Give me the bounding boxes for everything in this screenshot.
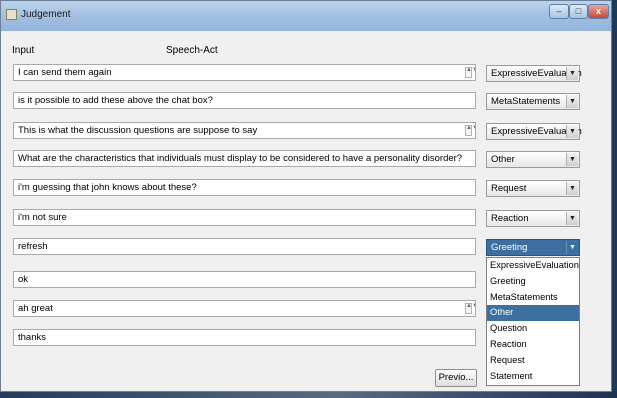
spinner-icon[interactable]: ▲▼: [465, 303, 475, 314]
utterance-input[interactable]: i'm not sure: [13, 209, 476, 226]
dropdown-option[interactable]: Question: [487, 321, 579, 337]
utterance-text: ah great: [18, 303, 53, 314]
speech-act-value: Other: [491, 154, 515, 165]
input-header: Input: [12, 45, 35, 56]
dropdown-option[interactable]: Greeting: [487, 274, 579, 290]
spinner-icon[interactable]: ▲▼: [465, 67, 475, 78]
speech-act-select[interactable]: Greeting ▼: [486, 239, 580, 256]
window-title: Judgement: [21, 9, 71, 20]
speech-act-header: Speech-Act: [166, 45, 218, 56]
chevron-down-icon[interactable]: ▼: [566, 182, 578, 195]
dropdown-option[interactable]: Other: [487, 305, 579, 322]
utterance-text: I can send them again: [18, 67, 112, 78]
speech-act-value: MetaStatements: [491, 96, 561, 107]
speech-act-select[interactable]: Reaction ▼: [486, 210, 580, 227]
utterance-text: i'm not sure: [18, 212, 67, 223]
speech-act-select[interactable]: Other ▼: [486, 151, 580, 168]
speech-act-select[interactable]: ExpressiveEvaluation ▼: [486, 123, 582, 140]
utterance-text: refresh: [18, 241, 48, 252]
dropdown-option[interactable]: ExpressiveEvaluation: [487, 258, 579, 274]
utterance-input[interactable]: ok: [13, 271, 476, 288]
content-panel: Input Speech-Act I can send them again ▲▼…: [4, 31, 608, 389]
dropdown-option[interactable]: MetaStatements: [487, 290, 579, 306]
speech-act-select[interactable]: MetaStatements ▼: [486, 93, 580, 110]
utterance-text: i'm guessing that john knows about these…: [18, 182, 197, 193]
utterance-text: ok: [18, 274, 29, 285]
chevron-down-icon[interactable]: ▼: [566, 241, 578, 254]
speech-act-value: Reaction: [491, 213, 529, 224]
chevron-down-icon[interactable]: ▼: [566, 67, 578, 80]
judgement-window: Judgement – □ x Input Speech-Act I can s…: [0, 0, 612, 392]
spinner-icon[interactable]: ▲▼: [465, 125, 475, 136]
utterance-input[interactable]: i'm guessing that john knows about these…: [13, 179, 476, 196]
app-icon: [6, 9, 17, 20]
utterance-text: thanks: [18, 332, 46, 343]
speech-act-dropdown-list: ExpressiveEvaluation Greeting MetaStatemen…: [486, 257, 580, 386]
utterance-input[interactable]: ah great ▲▼: [13, 300, 476, 317]
minimize-button[interactable]: –: [549, 4, 569, 19]
title-bar: Judgement – □ x: [1, 1, 611, 31]
utterance-input[interactable]: What are the characteristics that indivi…: [13, 150, 476, 167]
dropdown-option[interactable]: Request: [487, 353, 579, 369]
utterance-input[interactable]: is it possible to add these above the ch…: [13, 92, 476, 109]
previous-button[interactable]: Previo...: [435, 369, 477, 387]
utterance-text: This is what the discussion questions ar…: [18, 125, 258, 136]
speech-act-select[interactable]: ExpressiveEvaluation ▼: [486, 65, 582, 82]
dropdown-option[interactable]: Reaction: [487, 337, 579, 353]
close-button[interactable]: x: [588, 4, 609, 19]
utterance-input[interactable]: I can send them again ▲▼: [13, 64, 476, 81]
taskbar-strip: [0, 392, 617, 398]
chevron-down-icon[interactable]: ▼: [566, 212, 578, 225]
dropdown-option[interactable]: Statement: [487, 369, 579, 385]
utterance-text: What are the characteristics that indivi…: [18, 153, 463, 164]
chevron-down-icon[interactable]: ▼: [566, 95, 578, 108]
speech-act-value: Request: [491, 183, 527, 194]
chevron-down-icon[interactable]: ▼: [566, 153, 578, 166]
chevron-down-icon[interactable]: ▼: [566, 125, 578, 138]
speech-act-select[interactable]: Request ▼: [486, 180, 580, 197]
utterance-input[interactable]: refresh: [13, 238, 476, 255]
utterance-input[interactable]: thanks: [13, 329, 476, 346]
speech-act-value: Greeting: [491, 242, 528, 253]
utterance-text: is it possible to add these above the ch…: [18, 95, 213, 106]
utterance-input[interactable]: This is what the discussion questions ar…: [13, 122, 476, 139]
maximize-button[interactable]: □: [569, 4, 588, 19]
